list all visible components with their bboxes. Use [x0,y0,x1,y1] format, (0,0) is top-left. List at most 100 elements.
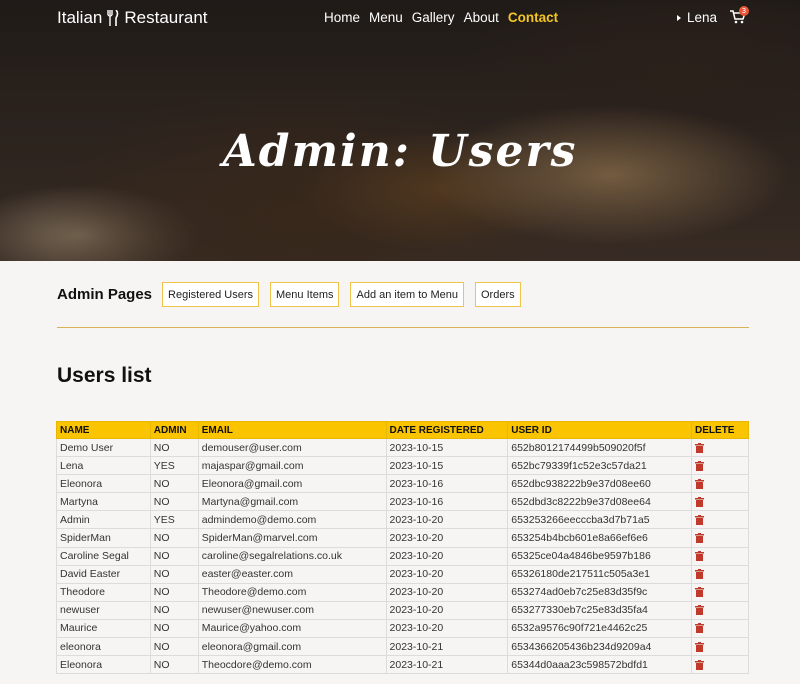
cell-date: 2023-10-20 [385,618,509,639]
cell-date: 2023-10-20 [385,510,509,530]
nav-link-contact[interactable]: Contact [508,10,558,25]
cell-date: 2023-10-20 [385,600,509,620]
table-row: Eleonora NO Theocdore@demo.com 2023-10-21 65… [56,655,749,675]
col-header-date: DATE REGISTERED [385,421,509,439]
section-divider [57,327,749,328]
table-row: Admin YES admindemo@demo.com 2023-10-20 6532… [56,510,749,530]
cell-user-id: 65344d0aaa23c598572bdfd1 [507,655,693,675]
cell-admin: NO [149,600,199,620]
nav-link-gallery[interactable]: Gallery [412,10,455,25]
col-header-delete: DELETE [691,421,749,439]
cell-name: Admin [56,510,151,530]
table-row: David Easter NO easter@easter.com 2023-10-2… [56,564,749,584]
cell-date: 2023-10-15 [385,456,509,476]
cell-email: Theocdore@demo.com [197,655,387,675]
cell-delete [691,546,749,566]
trash-icon[interactable] [695,551,705,562]
cell-user-id: 653274ad0eb7c25e83d35f9c [507,582,693,602]
add-menu-item-button[interactable]: Add an item to Menu [350,282,464,307]
cell-email: easter@easter.com [197,564,387,584]
cell-admin: YES [149,456,199,476]
admin-pages-heading: Admin Pages [57,286,153,303]
cell-user-id: 65325ce04a4846be9597b186 [507,546,693,566]
cell-date: 2023-10-16 [385,492,509,512]
cell-admin: NO [149,492,199,512]
table-header-row: NAME ADMIN EMAIL DATE REGISTERED USER ID… [56,421,749,439]
table-row: Theodore NO Theodore@demo.com 2023-10-20 653… [56,582,749,602]
cell-email: eleonora@gmail.com [197,637,387,657]
trash-icon[interactable] [695,641,705,652]
cell-name: eleonora [56,637,151,657]
cell-name: Maurice [56,618,151,639]
cell-date: 2023-10-20 [385,528,509,548]
trash-icon[interactable] [695,659,705,670]
trash-icon[interactable] [695,533,705,544]
cell-name: SpiderMan [56,528,151,548]
cell-email: Martyna@gmail.com [197,492,387,512]
cell-user-id: 653254b4bcb601e8a66ef6e6 [507,528,693,548]
nav-link-home[interactable]: Home [324,10,360,25]
cell-name: Lena [56,456,151,476]
table-row: Demo User NO demouser@user.com 2023-10-15 65… [56,437,749,458]
cell-delete [691,600,749,620]
cell-user-id: 652b8012174499b509020f5f [507,437,693,458]
cell-date: 2023-10-20 [385,564,509,584]
nav-link-menu[interactable]: Menu [369,10,403,25]
cell-admin: NO [149,582,199,602]
cell-date: 2023-10-21 [385,637,509,657]
cell-delete [691,582,749,602]
orders-button[interactable]: Orders [475,282,521,307]
cell-admin: NO [149,618,199,639]
trash-icon[interactable] [695,569,705,580]
trash-icon[interactable] [695,623,705,634]
table-row: Martyna NO Martyna@gmail.com 2023-10-16 652d… [56,492,749,512]
trash-icon[interactable] [695,605,705,616]
cell-admin: YES [149,510,199,530]
cell-admin: NO [149,655,199,675]
registered-users-button[interactable]: Registered Users [162,282,260,307]
menu-items-button[interactable]: Menu Items [270,282,340,307]
users-list-title: Users list [57,364,152,387]
cell-name: Eleonora [56,655,151,675]
cell-delete [691,474,749,494]
table-row: Lena YES majaspar@gmail.com 2023-10-15 652bc… [56,456,749,476]
trash-icon[interactable] [695,478,705,489]
table-row: Eleonora NO Eleonora@gmail.com 2023-10-16 65… [56,474,749,494]
table-row: Maurice NO Maurice@yahoo.com 2023-10-20 6532… [56,618,749,639]
trash-icon[interactable] [695,587,705,598]
cell-name: newuser [56,600,151,620]
cell-delete [691,437,749,458]
cell-email: majaspar@gmail.com [197,456,387,476]
cell-name: Martyna [56,492,151,512]
table-row: newuser NO newuser@newuser.com 2023-10-20 65… [56,600,749,620]
cell-name: Caroline Segal [56,546,151,566]
caret-right-icon [677,14,681,21]
cell-email: admindemo@demo.com [197,510,387,530]
fork-knife-icon [107,10,119,26]
cell-name: Demo User [56,437,151,458]
cell-delete [691,528,749,548]
cell-admin: NO [149,437,199,458]
cell-delete [691,492,749,512]
cell-delete [691,456,749,476]
site-logo[interactable]: Italian Restaurant [57,8,208,28]
nav-links: Home Menu Gallery About Contact [324,10,558,25]
cell-email: caroline@segalrelations.co.uk [197,546,387,566]
user-menu[interactable]: Lena [677,10,717,25]
table-row: Caroline Segal NO caroline@segalrelations.… [56,546,749,566]
nav-link-about[interactable]: About [464,10,499,25]
table-row: SpiderMan NO SpiderMan@marvel.com 2023-10-2… [56,528,749,548]
trash-icon[interactable] [695,460,705,471]
cell-email: Maurice@yahoo.com [197,618,387,639]
trash-icon[interactable] [695,442,705,453]
top-nav: Italian Restaurant Home Menu Gallery Abo… [0,0,800,36]
trash-icon[interactable] [695,496,705,507]
cell-name: David Easter [56,564,151,584]
cell-admin: NO [149,546,199,566]
users-table-body: Demo User NO demouser@user.com 2023-10-15 65… [56,437,749,675]
cell-user-id: 653253266eecccba3d7b71a5 [507,510,693,530]
cell-name: Eleonora [56,474,151,494]
cell-email: newuser@newuser.com [197,600,387,620]
trash-icon[interactable] [695,514,705,525]
cart-count-badge: 3 [739,6,749,16]
